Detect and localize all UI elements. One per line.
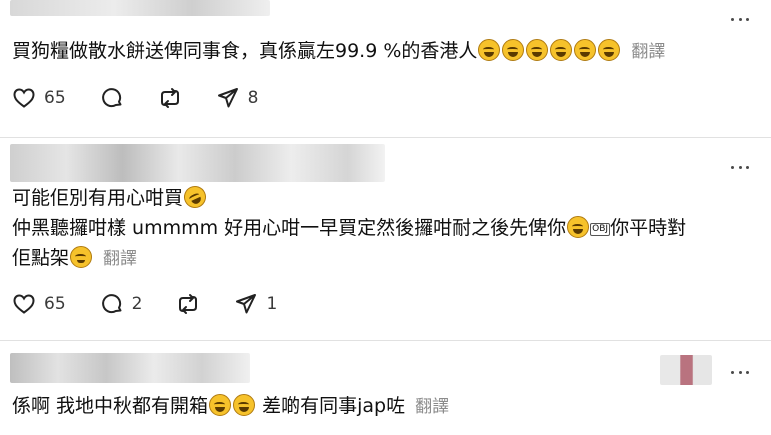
laughing-emoji [550, 39, 573, 61]
post-text-content: 買狗糧做散水餅送俾同事食，真係贏左99.9 %的香港人 [12, 40, 478, 62]
comment-button[interactable]: 2 [100, 292, 143, 316]
post-3: 係啊 我地中秋都有開箱 差啲有同事jap咗 翻譯 [0, 341, 771, 435]
laughing-emoji [209, 394, 232, 416]
comment-text: 可能佢別有用心咁買 [12, 187, 184, 209]
comment-text: 係啊 我地中秋都有開箱 [12, 395, 209, 417]
share-icon [236, 294, 257, 314]
share-button[interactable]: 1 [234, 292, 277, 316]
repost-icon [179, 294, 198, 314]
action-bar: 65 8 [12, 86, 292, 110]
comment-icon [101, 294, 122, 314]
wink-emoji [70, 246, 93, 268]
more-options-button[interactable] [731, 16, 749, 22]
comment-text: 仲黑聽攞咁樣 ummmm 好用心咁一早買定然後攞咁耐之後先俾你 [12, 217, 567, 239]
repost-button[interactable] [176, 292, 200, 316]
heart-icon [13, 88, 35, 108]
post-2: 可能佢別有用心咁買 仲黑聽攞咁樣 ummmm 好用心咁一早買定然後攞咁耐之後先俾… [0, 138, 771, 338]
post-text: 買狗糧做散水餅送俾同事食，真係贏左99.9 %的香港人 翻譯 [12, 38, 665, 65]
rofl-emoji [180, 182, 210, 212]
post-1: 買狗糧做散水餅送俾同事食，真係贏左99.9 %的香港人 翻譯 65 8 [0, 0, 771, 140]
comment-text-line-1: 可能佢別有用心咁買 [12, 182, 210, 212]
like-count: 65 [44, 88, 66, 108]
laughing-emoji [233, 394, 256, 416]
comment-text-line-1: 係啊 我地中秋都有開箱 差啲有同事jap咗 翻譯 [12, 393, 449, 420]
comment-text: 你平時對 [610, 217, 687, 239]
action-bar: 65 2 1 [12, 292, 311, 316]
blurred-username [10, 0, 270, 16]
like-button[interactable]: 65 [12, 292, 66, 316]
comment-text-line-3: 佢點架 翻譯 [12, 245, 137, 272]
share-icon [217, 88, 238, 108]
share-button[interactable]: 8 [216, 86, 259, 110]
object-replacement-badge: OBJ [590, 223, 611, 236]
laughing-emoji [598, 39, 621, 61]
like-button[interactable]: 65 [12, 86, 66, 110]
laughing-emoji [574, 39, 597, 61]
repost-button[interactable] [158, 86, 182, 110]
comment-button[interactable] [100, 86, 124, 110]
share-count: 1 [266, 294, 278, 314]
more-options-button[interactable] [731, 164, 749, 170]
comment-text: 佢點架 [12, 247, 70, 269]
blurred-avatar [660, 355, 712, 385]
translate-link[interactable]: 翻譯 [631, 42, 665, 62]
more-options-button[interactable] [731, 369, 749, 375]
laughing-emoji [502, 39, 525, 61]
share-count: 8 [247, 88, 259, 108]
translate-link[interactable]: 翻譯 [415, 397, 449, 417]
laughing-emoji [478, 39, 501, 61]
comment-text-line-2: 仲黑聽攞咁樣 ummmm 好用心咁一早買定然後攞咁耐之後先俾你 OBJ 你平時對 [12, 215, 686, 241]
blurred-username [10, 353, 250, 383]
heart-icon [13, 294, 35, 314]
comment-text: 差啲有同事jap咗 [262, 395, 406, 417]
pensive-emoji [567, 216, 590, 238]
laughing-emoji [526, 39, 549, 61]
like-count: 65 [44, 294, 66, 314]
comment-count: 2 [131, 294, 143, 314]
translate-link[interactable]: 翻譯 [103, 249, 137, 269]
blurred-username [10, 144, 385, 182]
repost-icon [160, 88, 179, 108]
comment-icon [101, 88, 122, 108]
